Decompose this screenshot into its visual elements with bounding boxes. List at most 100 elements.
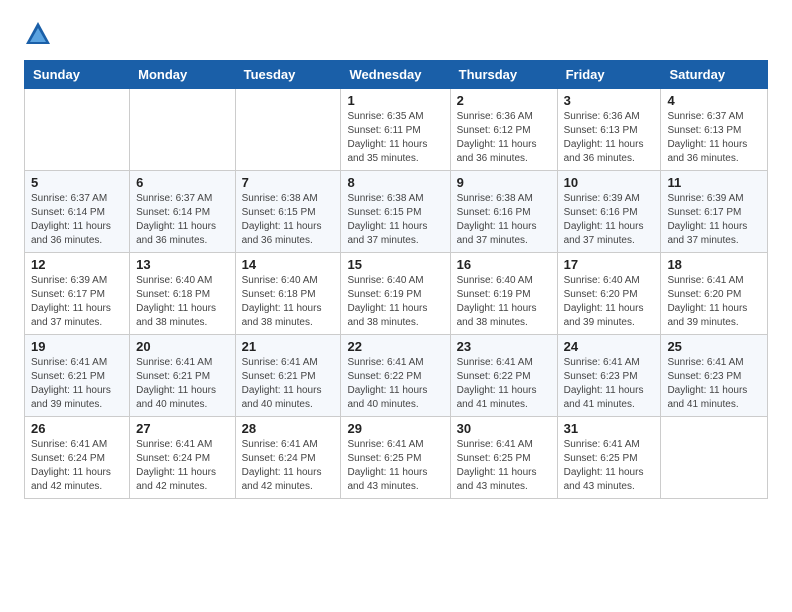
day-number: 10 xyxy=(564,175,655,190)
day-cell-26: 26Sunrise: 6:41 AM Sunset: 6:24 PM Dayli… xyxy=(25,417,130,499)
day-cell-3: 3 Sunrise: 6:36 AM Sunset: 6:13 PM Daylig… xyxy=(557,89,661,171)
day-cell-2: 2Sunrise: 6:36 AM Sunset: 6:12 PM Daylig… xyxy=(450,89,557,171)
day-number: 19 xyxy=(31,339,123,354)
day-cell-7: 7 Sunrise: 6:38 AM Sunset: 6:15 PM Daylig… xyxy=(235,171,341,253)
day-number: 15 xyxy=(347,257,443,272)
weekday-header-saturday: Saturday xyxy=(661,61,768,89)
day-info: Sunrise: 6:41 AM Sunset: 6:20 PM Dayligh… xyxy=(667,274,761,330)
day-info: Sunrise: 6:41 AM Sunset: 6:25 PM Dayligh… xyxy=(457,438,551,494)
day-number: 11 xyxy=(667,175,761,190)
day-cell-1: 1 Sunrise: 6:35 AM Sunset: 6:11 PM Daylig… xyxy=(341,89,450,171)
week-row-1: 1 Sunrise: 6:35 AM Sunset: 6:11 PM Daylig… xyxy=(25,89,768,171)
day-info: Sunrise: 6:40 AM Sunset: 6:20 PM Dayligh… xyxy=(564,274,655,330)
day-cell-11: 11 Sunrise: 6:39 AM Sunset: 6:17 PM Dayli… xyxy=(661,171,768,253)
day-cell-8: 8 Sunrise: 6:38 AM Sunset: 6:15 PM Daylig… xyxy=(341,171,450,253)
day-info: Sunrise: 6:41 AM Sunset: 6:24 PM Dayligh… xyxy=(136,438,228,494)
header xyxy=(24,20,768,48)
day-number: 6 xyxy=(136,175,228,190)
day-number: 27 xyxy=(136,421,228,436)
day-cell-28: 28 Sunrise: 6:41 AM Sunset: 6:24 PM Dayli… xyxy=(235,417,341,499)
day-number: 31 xyxy=(564,421,655,436)
day-number: 25 xyxy=(667,339,761,354)
day-number: 28 xyxy=(242,421,335,436)
day-number: 1 xyxy=(347,93,443,108)
day-number: 20 xyxy=(136,339,228,354)
day-info: Sunrise: 6:37 AM Sunset: 6:13 PM Dayligh… xyxy=(667,110,761,166)
day-cell-23: 23 Sunrise: 6:41 AM Sunset: 6:22 PM Dayli… xyxy=(450,335,557,417)
day-info: Sunrise: 6:37 AM Sunset: 6:14 PM Dayligh… xyxy=(136,192,228,248)
day-cell-20: 20 Sunrise: 6:41 AM Sunset: 6:21 PM Dayli… xyxy=(130,335,235,417)
day-number: 17 xyxy=(564,257,655,272)
day-cell-18: 18 Sunrise: 6:41 AM Sunset: 6:20 PM Dayli… xyxy=(661,253,768,335)
day-cell-10: 10 Sunrise: 6:39 AM Sunset: 6:16 PM Dayli… xyxy=(557,171,661,253)
day-number: 14 xyxy=(242,257,335,272)
weekday-header-thursday: Thursday xyxy=(450,61,557,89)
day-cell-19: 19 Sunrise: 6:41 AM Sunset: 6:21 PM Dayli… xyxy=(25,335,130,417)
day-cell-21: 21Sunrise: 6:41 AM Sunset: 6:21 PM Dayli… xyxy=(235,335,341,417)
day-number: 23 xyxy=(457,339,551,354)
day-info: Sunrise: 6:38 AM Sunset: 6:15 PM Dayligh… xyxy=(347,192,443,248)
day-info: Sunrise: 6:35 AM Sunset: 6:11 PM Dayligh… xyxy=(347,110,443,166)
day-cell-13: 13 Sunrise: 6:40 AM Sunset: 6:18 PM Dayli… xyxy=(130,253,235,335)
day-info: Sunrise: 6:41 AM Sunset: 6:21 PM Dayligh… xyxy=(242,356,335,412)
day-number: 22 xyxy=(347,339,443,354)
day-cell-5: 5 Sunrise: 6:37 AM Sunset: 6:14 PM Daylig… xyxy=(25,171,130,253)
day-info: Sunrise: 6:41 AM Sunset: 6:21 PM Dayligh… xyxy=(136,356,228,412)
day-cell-31: 31 Sunrise: 6:41 AM Sunset: 6:25 PM Dayli… xyxy=(557,417,661,499)
day-info: Sunrise: 6:41 AM Sunset: 6:24 PM Dayligh… xyxy=(242,438,335,494)
day-cell-14: 14 Sunrise: 6:40 AM Sunset: 6:18 PM Dayli… xyxy=(235,253,341,335)
day-info: Sunrise: 6:39 AM Sunset: 6:17 PM Dayligh… xyxy=(667,192,761,248)
day-info: Sunrise: 6:41 AM Sunset: 6:22 PM Dayligh… xyxy=(347,356,443,412)
day-number: 13 xyxy=(136,257,228,272)
empty-cell xyxy=(130,89,235,171)
day-info: Sunrise: 6:41 AM Sunset: 6:25 PM Dayligh… xyxy=(347,438,443,494)
day-info: Sunrise: 6:40 AM Sunset: 6:19 PM Dayligh… xyxy=(457,274,551,330)
week-row-2: 5 Sunrise: 6:37 AM Sunset: 6:14 PM Daylig… xyxy=(25,171,768,253)
day-cell-27: 27 Sunrise: 6:41 AM Sunset: 6:24 PM Dayli… xyxy=(130,417,235,499)
day-info: Sunrise: 6:41 AM Sunset: 6:21 PM Dayligh… xyxy=(31,356,123,412)
day-info: Sunrise: 6:40 AM Sunset: 6:18 PM Dayligh… xyxy=(136,274,228,330)
day-number: 8 xyxy=(347,175,443,190)
day-cell-29: 29 Sunrise: 6:41 AM Sunset: 6:25 PM Dayli… xyxy=(341,417,450,499)
day-cell-12: 12 Sunrise: 6:39 AM Sunset: 6:17 PM Dayli… xyxy=(25,253,130,335)
day-cell-30: 30 Sunrise: 6:41 AM Sunset: 6:25 PM Dayli… xyxy=(450,417,557,499)
day-info: Sunrise: 6:38 AM Sunset: 6:16 PM Dayligh… xyxy=(457,192,551,248)
weekday-header-row: SundayMondayTuesdayWednesdayThursdayFrid… xyxy=(25,61,768,89)
day-number: 30 xyxy=(457,421,551,436)
day-info: Sunrise: 6:37 AM Sunset: 6:14 PM Dayligh… xyxy=(31,192,123,248)
weekday-header-friday: Friday xyxy=(557,61,661,89)
week-row-3: 12 Sunrise: 6:39 AM Sunset: 6:17 PM Dayli… xyxy=(25,253,768,335)
day-info: Sunrise: 6:40 AM Sunset: 6:18 PM Dayligh… xyxy=(242,274,335,330)
empty-cell xyxy=(661,417,768,499)
day-info: Sunrise: 6:38 AM Sunset: 6:15 PM Dayligh… xyxy=(242,192,335,248)
day-number: 3 xyxy=(564,93,655,108)
day-number: 7 xyxy=(242,175,335,190)
day-cell-15: 15Sunrise: 6:40 AM Sunset: 6:19 PM Dayli… xyxy=(341,253,450,335)
logo xyxy=(24,20,56,48)
day-cell-24: 24Sunrise: 6:41 AM Sunset: 6:23 PM Dayli… xyxy=(557,335,661,417)
day-number: 12 xyxy=(31,257,123,272)
page: SundayMondayTuesdayWednesdayThursdayFrid… xyxy=(0,0,792,515)
calendar: SundayMondayTuesdayWednesdayThursdayFrid… xyxy=(24,60,768,499)
day-info: Sunrise: 6:41 AM Sunset: 6:23 PM Dayligh… xyxy=(667,356,761,412)
day-number: 2 xyxy=(457,93,551,108)
weekday-header-wednesday: Wednesday xyxy=(341,61,450,89)
day-cell-6: 6 Sunrise: 6:37 AM Sunset: 6:14 PM Daylig… xyxy=(130,171,235,253)
day-number: 9 xyxy=(457,175,551,190)
day-number: 4 xyxy=(667,93,761,108)
day-cell-25: 25 Sunrise: 6:41 AM Sunset: 6:23 PM Dayli… xyxy=(661,335,768,417)
week-row-4: 19 Sunrise: 6:41 AM Sunset: 6:21 PM Dayli… xyxy=(25,335,768,417)
weekday-header-tuesday: Tuesday xyxy=(235,61,341,89)
day-info: Sunrise: 6:39 AM Sunset: 6:17 PM Dayligh… xyxy=(31,274,123,330)
day-number: 26 xyxy=(31,421,123,436)
day-info: Sunrise: 6:39 AM Sunset: 6:16 PM Dayligh… xyxy=(564,192,655,248)
day-info: Sunrise: 6:41 AM Sunset: 6:22 PM Dayligh… xyxy=(457,356,551,412)
day-number: 18 xyxy=(667,257,761,272)
day-number: 5 xyxy=(31,175,123,190)
day-cell-4: 4 Sunrise: 6:37 AM Sunset: 6:13 PM Daylig… xyxy=(661,89,768,171)
day-info: Sunrise: 6:41 AM Sunset: 6:25 PM Dayligh… xyxy=(564,438,655,494)
day-number: 29 xyxy=(347,421,443,436)
weekday-header-sunday: Sunday xyxy=(25,61,130,89)
day-info: Sunrise: 6:36 AM Sunset: 6:13 PM Dayligh… xyxy=(564,110,655,166)
day-cell-17: 17 Sunrise: 6:40 AM Sunset: 6:20 PM Dayli… xyxy=(557,253,661,335)
